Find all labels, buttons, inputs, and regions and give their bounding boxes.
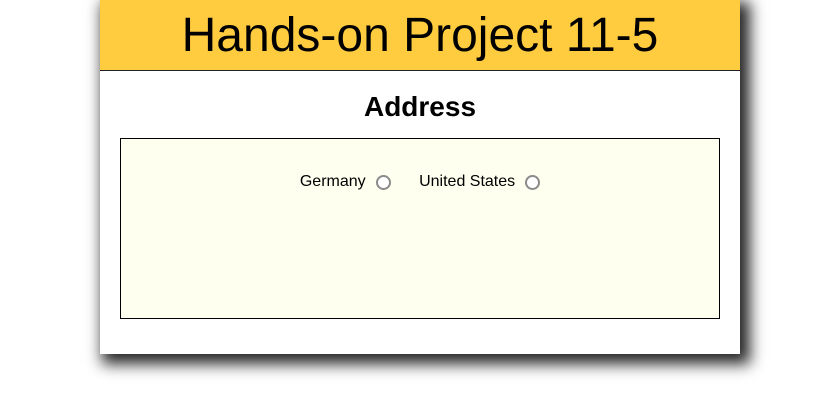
radio-button-united-states[interactable]: [525, 174, 541, 190]
radio-option-germany[interactable]: Germany: [300, 173, 391, 191]
header-banner: Hands-on Project 11-5: [100, 0, 740, 71]
radio-label-germany: Germany: [299, 173, 366, 190]
radio-label-united-states: United States: [419, 173, 516, 190]
page-container: Hands-on Project 11-5 Address Germany Un…: [100, 0, 740, 354]
page-title: Hands-on Project 11-5: [181, 9, 659, 62]
radio-option-united-states[interactable]: United States: [419, 173, 541, 191]
radio-button-germany[interactable]: [375, 174, 391, 190]
section-title: Address: [363, 91, 477, 122]
country-radio-group: Germany United States: [121, 173, 719, 191]
address-form-box: Germany United States: [120, 138, 720, 319]
